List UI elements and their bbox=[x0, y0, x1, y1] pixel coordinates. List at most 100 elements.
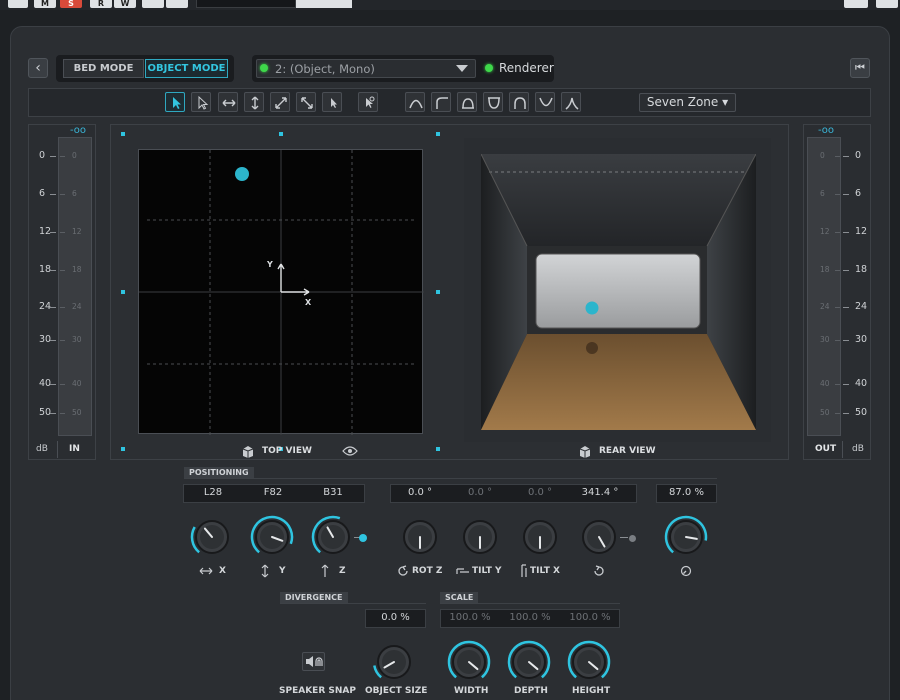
host-preset-dropdown[interactable] bbox=[296, 0, 352, 8]
curve-shape-1-button[interactable] bbox=[405, 92, 425, 112]
meter-inner-scale-label: 18 bbox=[72, 265, 82, 274]
meter-scale-tick bbox=[843, 307, 849, 308]
host-button-read[interactable]: R bbox=[90, 0, 112, 8]
meter-inner-tick bbox=[60, 307, 65, 308]
arrows-vertical-icon bbox=[261, 564, 269, 578]
meter-scale-tick bbox=[50, 194, 56, 195]
host-button-solo[interactable]: S bbox=[60, 0, 82, 8]
coord-z-value[interactable]: B31 bbox=[315, 487, 351, 498]
meter-inner-scale-label: 50 bbox=[820, 408, 830, 417]
curve-shape-7-button[interactable] bbox=[561, 92, 581, 112]
rot-z-value[interactable]: 0.0 ° bbox=[400, 487, 440, 498]
speaker-snap-button[interactable] bbox=[302, 652, 325, 671]
divergence-value[interactable]: 0.0 % bbox=[369, 612, 422, 623]
orientation-value[interactable]: 341.4 ° bbox=[576, 487, 624, 498]
resize-handle[interactable] bbox=[121, 447, 125, 451]
coord-x-value[interactable]: L28 bbox=[195, 487, 231, 498]
depth-knob[interactable] bbox=[505, 638, 553, 686]
tilt-y-value[interactable]: 0.0 ° bbox=[460, 487, 500, 498]
percent-value[interactable]: 87.0 % bbox=[660, 487, 713, 498]
move-y-tool-button[interactable] bbox=[244, 92, 264, 112]
meter-inner-scale-label: 40 bbox=[820, 379, 830, 388]
resize-handle[interactable] bbox=[436, 290, 440, 294]
back-button[interactable]: ‹ bbox=[28, 58, 48, 78]
z-link-dot[interactable] bbox=[359, 534, 367, 542]
output-meter-track bbox=[807, 137, 841, 436]
renderer-label[interactable]: Renderer bbox=[499, 61, 554, 75]
curve-shape-4-button[interactable] bbox=[483, 92, 503, 112]
height-knob[interactable] bbox=[565, 638, 613, 686]
tilt-y-knob[interactable] bbox=[456, 513, 504, 561]
pointer-outline-tool-button[interactable] bbox=[191, 92, 211, 112]
divergence-title: DIVERGENCE bbox=[280, 592, 348, 603]
select-tool-button[interactable] bbox=[165, 92, 185, 112]
rot-z-knob[interactable] bbox=[396, 513, 444, 561]
host-button-power[interactable] bbox=[8, 0, 28, 8]
percent-knob[interactable] bbox=[662, 513, 710, 561]
zone-select[interactable]: Seven Zone ▾ bbox=[639, 93, 736, 112]
host-button-bypass[interactable] bbox=[142, 0, 164, 8]
resize-handle[interactable] bbox=[436, 447, 440, 451]
rot-z-knob-label: ROT Z bbox=[412, 566, 443, 576]
tilt-x-knob[interactable] bbox=[516, 513, 564, 561]
arrows-diagonal-icon bbox=[275, 97, 287, 109]
host-button-settings[interactable] bbox=[876, 0, 898, 8]
curve-shape-6-button[interactable] bbox=[535, 92, 555, 112]
meter-inner-scale-label: 24 bbox=[820, 302, 830, 311]
eye-icon[interactable] bbox=[342, 445, 358, 457]
x-knob[interactable] bbox=[188, 513, 236, 561]
curve-shape-3-button[interactable] bbox=[457, 92, 477, 112]
tilt-x-value[interactable]: 0.0 ° bbox=[520, 487, 560, 498]
tilt-x-icon bbox=[521, 564, 527, 577]
z-knob[interactable] bbox=[309, 513, 357, 561]
host-camera-icon[interactable] bbox=[844, 0, 868, 8]
y-knob[interactable] bbox=[248, 513, 296, 561]
skip-to-start-button[interactable]: ⏮ bbox=[850, 58, 870, 78]
resize-handle[interactable] bbox=[121, 132, 125, 136]
top-view-canvas[interactable]: Y X bbox=[138, 149, 424, 435]
move-x-tool-button[interactable] bbox=[218, 92, 238, 112]
resize-handle[interactable] bbox=[279, 132, 283, 136]
host-button-preset-arrow[interactable] bbox=[166, 0, 188, 8]
curve-shape-5-button[interactable] bbox=[509, 92, 529, 112]
object-position-dot[interactable] bbox=[235, 167, 249, 181]
cube-icon bbox=[242, 446, 254, 458]
meter-scale-label: 18 bbox=[855, 264, 868, 275]
resize-handle[interactable] bbox=[436, 132, 440, 136]
scale-width-value[interactable]: 100.0 % bbox=[446, 612, 494, 623]
curve-shape-2-button[interactable] bbox=[431, 92, 451, 112]
input-meter-divider bbox=[57, 441, 58, 458]
host-preset-field[interactable] bbox=[196, 0, 296, 8]
gauge-icon bbox=[680, 565, 692, 577]
pointer-icon bbox=[173, 97, 181, 109]
cube-rear-icon bbox=[579, 446, 591, 458]
host-button-mute[interactable]: M bbox=[34, 0, 56, 8]
pointer-outline-icon bbox=[198, 95, 209, 110]
meter-inner-tick bbox=[60, 384, 65, 385]
speaker-snap-tool-button[interactable] bbox=[358, 92, 378, 112]
move-diagonal-alt-tool-button[interactable] bbox=[296, 92, 316, 112]
meter-scale-label: 6 bbox=[39, 188, 46, 199]
rear-view-canvas[interactable] bbox=[481, 154, 756, 430]
object-mode-button[interactable]: OBJECT MODE bbox=[145, 59, 228, 78]
orientation-knob[interactable] bbox=[575, 513, 623, 561]
resize-handle[interactable] bbox=[121, 290, 125, 294]
bed-mode-button[interactable]: BED MODE bbox=[63, 59, 144, 78]
coord-y-value[interactable]: F82 bbox=[255, 487, 291, 498]
pointer-down-tool-button[interactable] bbox=[322, 92, 342, 112]
orientation-link-dot[interactable] bbox=[628, 534, 636, 542]
host-button-write[interactable]: W bbox=[114, 0, 136, 8]
rear-object-dot[interactable] bbox=[585, 301, 599, 315]
axis-y-label: Y bbox=[267, 260, 273, 269]
orientation-link-line bbox=[620, 537, 628, 538]
object-size-knob[interactable] bbox=[370, 638, 418, 686]
meter-inner-tick bbox=[835, 307, 840, 308]
scale-height-value[interactable]: 100.0 % bbox=[566, 612, 614, 623]
width-knob[interactable] bbox=[445, 638, 493, 686]
scale-title: SCALE bbox=[440, 592, 479, 603]
arrows-diagonal-alt-icon bbox=[301, 97, 313, 109]
move-diagonal-tool-button[interactable] bbox=[270, 92, 290, 112]
output-meter-label: OUT bbox=[815, 444, 837, 454]
scale-depth-value[interactable]: 100.0 % bbox=[506, 612, 554, 623]
meter-inner-tick bbox=[60, 156, 65, 157]
